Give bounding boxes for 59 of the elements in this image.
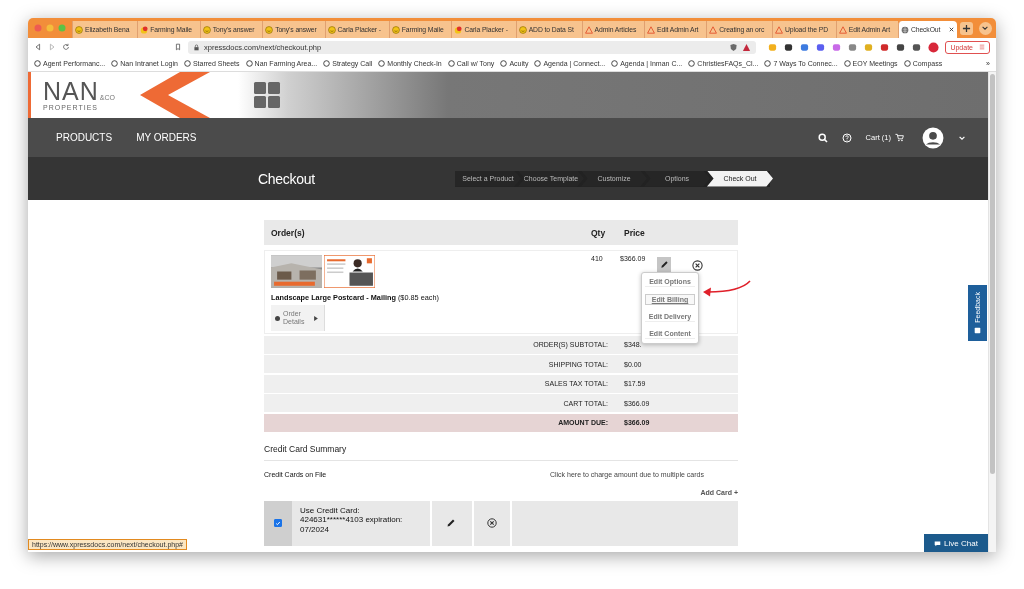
warning-icon — [584, 25, 593, 34]
scrollbar[interactable] — [988, 72, 996, 552]
chat-icon — [934, 539, 942, 547]
grid-icon[interactable] — [253, 81, 281, 109]
favicon-icon — [34, 60, 41, 67]
remove-icon[interactable] — [487, 518, 497, 528]
favicon-icon — [378, 60, 386, 67]
favicon-icon — [323, 60, 331, 67]
cart-icon — [895, 133, 904, 142]
plus-icon — [962, 23, 972, 33]
user-avatar-icon[interactable] — [922, 126, 944, 149]
favicon-icon — [111, 60, 119, 67]
favicon-icon — [688, 60, 696, 67]
logo-name: NAN — [43, 77, 99, 105]
favicon-icon — [843, 60, 851, 67]
live-chat-button[interactable]: Live Chat — [924, 534, 988, 552]
tab-menu-button[interactable] — [979, 21, 992, 35]
warning-icon — [647, 25, 656, 34]
favicon-icon — [903, 60, 911, 67]
caret-icon — [314, 315, 318, 321]
pencil-icon[interactable] — [446, 518, 456, 528]
favicon-icon — [611, 60, 619, 67]
bookmark-icon[interactable] — [174, 43, 182, 51]
arrow — [703, 280, 751, 297]
favicon-icon — [245, 60, 253, 67]
remove-icon[interactable] — [692, 260, 703, 271]
column-header: Qty — [591, 227, 607, 238]
nav-link[interactable]: PRODUCTS — [56, 132, 113, 143]
chat-icon — [974, 326, 981, 334]
triangle-icon[interactable] — [742, 42, 751, 52]
column-header: Order(s) — [270, 227, 306, 238]
chevron-down-icon — [981, 24, 990, 32]
search-icon[interactable] — [817, 132, 828, 143]
shield-icon[interactable] — [729, 42, 738, 52]
avatar-icon[interactable] — [928, 41, 940, 53]
checkbox[interactable] — [274, 519, 282, 527]
lock-icon — [193, 43, 200, 51]
close-icon[interactable] — [948, 26, 956, 33]
favicon-icon — [183, 60, 191, 67]
favicon-icon — [447, 60, 455, 67]
nav-link[interactable]: MY ORDERS — [136, 132, 197, 143]
pencil-icon — [659, 260, 669, 269]
edit-button[interactable] — [657, 257, 671, 272]
favicon-icon — [500, 60, 508, 67]
warning-icon — [775, 25, 784, 34]
help-icon[interactable] — [841, 132, 852, 143]
warning-icon — [838, 25, 847, 34]
favicon-icon — [534, 60, 542, 67]
column-header: Price — [624, 227, 646, 238]
page-title: Checkout — [258, 170, 316, 187]
warning-icon — [709, 25, 718, 34]
menu-icon — [979, 44, 985, 50]
favicon-icon — [764, 60, 772, 67]
new-tab-button[interactable] — [960, 21, 974, 35]
globe-icon — [900, 25, 909, 34]
info-icon — [275, 315, 280, 321]
reload-icon[interactable] — [62, 43, 70, 51]
back-icon[interactable] — [34, 43, 42, 51]
section-title: Credit Card Summary — [264, 443, 738, 461]
